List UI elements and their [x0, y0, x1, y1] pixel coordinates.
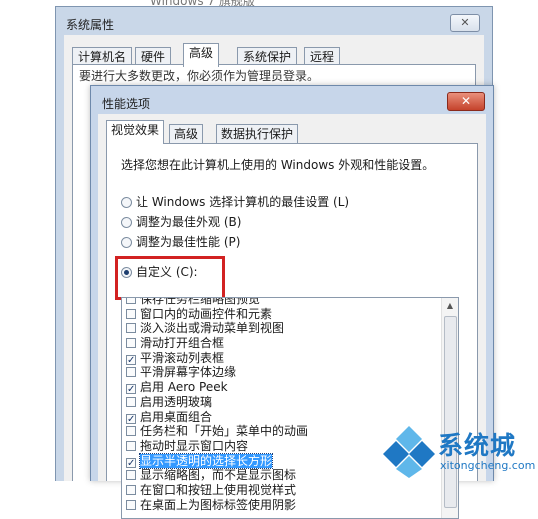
effect-label: 平滑屏幕字体边缘	[140, 365, 237, 380]
watermark-url: xitongcheng.com	[440, 459, 536, 472]
effect-list-item[interactable]: ✓ 启用 Aero Peek	[122, 380, 441, 395]
checkbox-checked[interactable]: ✓	[126, 457, 136, 468]
effect-label: 在窗口和按钮上使用视觉样式	[140, 482, 297, 497]
system-properties-title: 系统属性	[66, 18, 115, 32]
radio-best-appearance[interactable]: 调整为最佳外观 (B)	[121, 213, 241, 231]
radio-label: 让 Windows 选择计算机的最佳设置 (L)	[136, 195, 350, 209]
radio-button[interactable]	[121, 217, 132, 228]
watermark-brand: 系统城	[438, 431, 517, 460]
effect-label: 启用透明玻璃	[140, 394, 213, 409]
effect-label: 在桌面上为图标标签使用阴影	[140, 497, 297, 512]
effect-label: 显示半透明的选择长方形	[138, 452, 274, 469]
checkbox-unchecked[interactable]	[126, 396, 136, 407]
effect-list-item[interactable]: 在窗口和按钮上使用视觉样式	[122, 483, 441, 498]
checkbox-unchecked[interactable]	[126, 440, 136, 451]
effect-label: 淡入淡出或滑动菜单到视图	[140, 321, 285, 336]
checkbox-unchecked[interactable]	[126, 426, 136, 437]
radio-label: 自定义 (C):	[136, 265, 198, 279]
effect-list-item[interactable]: 淡入淡出或滑动菜单到视图	[122, 321, 441, 336]
effect-list-item[interactable]: 窗口内的动画控件和元素	[122, 307, 441, 322]
performance-options-title: 性能选项	[102, 97, 151, 111]
checkbox-unchecked[interactable]	[126, 470, 136, 481]
radio-button-selected[interactable]	[121, 267, 132, 278]
radio-label: 调整为最佳性能 (P)	[136, 235, 241, 249]
effect-list-item[interactable]: 保存任务栏缩略图预览	[122, 297, 441, 307]
effect-list-item[interactable]: ✓ 平滑滚动列表框	[122, 351, 441, 366]
effect-list-item[interactable]: 在桌面上为图标标签使用阴影	[122, 498, 441, 513]
effect-label: 任务栏和「开始」菜单中的动画	[140, 424, 309, 439]
radio-best-performance[interactable]: 调整为最佳性能 (P)	[121, 233, 240, 251]
scroll-up-arrow-icon[interactable]: ▲	[442, 298, 458, 314]
visual-effects-list[interactable]: 保存任务栏缩略图预览 窗口内的动画控件和元素 淡入淡出或滑动菜单到视图 滑动打开组合框…	[121, 297, 459, 519]
tab-data-execution-prevention[interactable]: 数据执行保护	[216, 124, 299, 143]
performance-options-close-button[interactable]: ✕	[447, 92, 485, 111]
effect-list-item[interactable]: 滑动打开组合框	[122, 336, 441, 351]
checkbox-unchecked[interactable]	[126, 308, 136, 319]
checkbox-unchecked[interactable]	[126, 499, 136, 510]
radio-button[interactable]	[121, 237, 132, 248]
tab-perf-advanced[interactable]: 高级	[169, 124, 204, 143]
effect-label: 启用 Aero Peek	[140, 380, 228, 395]
effect-label: 滑动打开组合框	[140, 336, 225, 351]
effect-label: 启用桌面组合	[140, 409, 213, 424]
tab-visual-effects[interactable]: 视觉效果	[106, 120, 165, 144]
vertical-scrollbar[interactable]: ▲	[441, 298, 458, 518]
admin-notice: 要进行大多数更改，你必须作为管理员登录。	[79, 69, 320, 83]
effect-label: 保存任务栏缩略图预览	[140, 297, 261, 306]
radio-let-windows-choose[interactable]: 让 Windows 选择计算机的最佳设置 (L)	[121, 193, 349, 211]
effect-label: 显示缩略图，而不是显示图标	[140, 468, 297, 483]
effect-list-item[interactable]: 平滑屏幕字体边缘	[122, 365, 441, 380]
radio-label: 调整为最佳外观 (B)	[136, 215, 242, 229]
tab-advanced[interactable]: 高级	[183, 43, 220, 67]
checkbox-unchecked[interactable]	[126, 298, 136, 304]
checkbox-unchecked[interactable]	[126, 484, 136, 495]
checkbox-unchecked[interactable]	[126, 367, 136, 378]
effect-label: 拖动时显示窗口内容	[140, 438, 249, 453]
radio-custom[interactable]: 自定义 (C):	[121, 263, 198, 281]
xitongcheng-logo-icon	[383, 426, 435, 478]
checkbox-unchecked[interactable]	[126, 323, 136, 334]
checkbox-unchecked[interactable]	[126, 338, 136, 349]
system-properties-close-button[interactable]: ✕	[450, 14, 480, 32]
effect-label: 窗口内的动画控件和元素	[140, 306, 273, 321]
xitongcheng-watermark: 系统城 xitongcheng.com	[382, 422, 538, 481]
effect-list-item[interactable]: 启用透明玻璃	[122, 395, 441, 410]
radio-button[interactable]	[121, 197, 132, 208]
checkbox-checked[interactable]: ✓	[126, 384, 136, 395]
checkbox-checked[interactable]: ✓	[126, 354, 136, 365]
system-properties-titlebar[interactable]: 系统属性 ✕	[56, 7, 492, 35]
visual-effects-description: 选择您想在此计算机上使用的 Windows 外观和性能设置。	[121, 158, 435, 172]
effect-label: 平滑滚动列表框	[140, 350, 225, 365]
checkbox-checked[interactable]: ✓	[126, 413, 136, 424]
